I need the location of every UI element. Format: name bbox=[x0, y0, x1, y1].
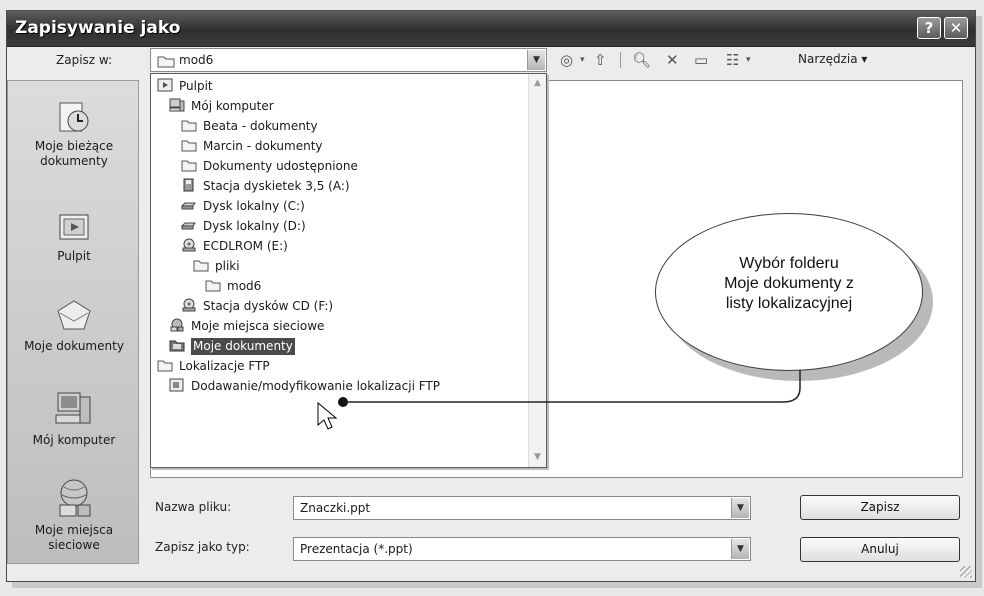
places-bar: Moje bieżące dokumenty Pulpit Moje dokum… bbox=[7, 80, 139, 564]
folder-icon bbox=[181, 158, 197, 172]
computer-icon bbox=[169, 98, 185, 112]
location-item-label: pliki bbox=[215, 259, 240, 273]
location-item-label: Stacja dysków CD (F:) bbox=[203, 299, 334, 313]
location-item[interactable]: Dysk lokalny (C:) bbox=[180, 196, 305, 216]
tools-menu[interactable]: Narzędzia ▾ bbox=[798, 52, 867, 66]
network-icon bbox=[169, 318, 185, 332]
folder-icon bbox=[193, 258, 209, 272]
scroll-down-icon[interactable]: ▼ bbox=[530, 450, 545, 465]
search-web-icon[interactable]: 🔍︎ bbox=[632, 49, 651, 71]
dropdown-scrollbar[interactable]: ▲ ▼ bbox=[528, 74, 546, 467]
save-in-combo[interactable]: mod6 ▼ bbox=[150, 48, 547, 72]
location-item[interactable]: Stacja dyskietek 3,5 (A:) bbox=[181, 176, 350, 196]
folder-icon bbox=[157, 358, 173, 372]
location-item-label: Lokalizacje FTP bbox=[179, 359, 270, 373]
delete-icon[interactable]: ✕ bbox=[666, 49, 679, 71]
location-item-label: mod6 bbox=[227, 279, 262, 293]
new-folder-icon[interactable]: ▭ bbox=[694, 49, 708, 71]
location-item-label: Dysk lokalny (C:) bbox=[203, 199, 305, 213]
help-button[interactable]: ? bbox=[917, 17, 941, 39]
scroll-up-icon[interactable]: ▲ bbox=[530, 76, 545, 91]
save-in-label: Zapisz w: bbox=[56, 53, 113, 67]
location-item[interactable]: Dokumenty udostępnione bbox=[181, 156, 358, 176]
drive-icon bbox=[180, 218, 197, 232]
views-icon[interactable]: ☷ bbox=[726, 49, 739, 71]
title-bar[interactable]: Zapisywanie jako ? ✕ bbox=[7, 11, 975, 47]
my-documents-icon bbox=[57, 300, 91, 330]
place-desktop[interactable]: Pulpit bbox=[8, 209, 140, 264]
back-dropdown-icon[interactable]: ▾ bbox=[580, 49, 585, 71]
location-item-label: Beata - dokumenty bbox=[203, 119, 318, 133]
chevron-down-icon[interactable]: ▼ bbox=[731, 498, 749, 518]
location-item-label: Marcin - dokumenty bbox=[203, 139, 323, 153]
location-item-label: Moje dokumenty bbox=[191, 338, 295, 355]
location-item[interactable]: Pulpit bbox=[157, 76, 213, 96]
location-item[interactable]: Beata - dokumenty bbox=[181, 116, 318, 136]
documents-folder-icon bbox=[169, 338, 185, 352]
save-button[interactable]: Zapisz bbox=[800, 495, 960, 520]
desktop-icon bbox=[59, 214, 89, 240]
folder-icon bbox=[205, 278, 221, 292]
chevron-down-icon[interactable]: ▼ bbox=[527, 50, 545, 70]
chevron-down-icon[interactable]: ▼ bbox=[731, 539, 749, 559]
location-item[interactable]: Stacja dysków CD (F:) bbox=[181, 296, 333, 316]
place-recent-documents[interactable]: Moje bieżące dokumenty bbox=[8, 99, 140, 169]
drive-icon bbox=[180, 198, 197, 212]
callout-line-3: listy lokalizacyjnej bbox=[725, 295, 853, 312]
back-icon[interactable]: ◎ bbox=[560, 49, 573, 71]
floppy-icon bbox=[181, 178, 197, 192]
file-type-select[interactable]: Prezentacja (*.ppt) ▼ bbox=[293, 537, 751, 561]
folder-icon bbox=[157, 56, 175, 68]
resize-grip[interactable] bbox=[960, 566, 972, 578]
window-title: Zapisywanie jako bbox=[15, 18, 181, 38]
ftp-icon bbox=[169, 378, 185, 392]
location-item[interactable]: Dodawanie/modyfikowanie lokalizacji FTP bbox=[169, 376, 440, 396]
views-dropdown-icon[interactable]: ▾ bbox=[746, 49, 751, 71]
location-item-label: Mój komputer bbox=[191, 99, 274, 113]
location-item-label: Stacja dyskietek 3,5 (A:) bbox=[203, 179, 350, 193]
location-item-label: Moje miejsca sieciowe bbox=[191, 319, 325, 333]
save-in-value: mod6 bbox=[179, 53, 214, 67]
location-item[interactable]: Lokalizacje FTP bbox=[157, 356, 270, 376]
location-item[interactable]: Moje miejsca sieciowe bbox=[169, 316, 324, 336]
cdrom-icon bbox=[181, 238, 197, 252]
up-folder-icon[interactable]: ⇧ bbox=[594, 49, 607, 71]
location-item[interactable]: Mój komputer bbox=[169, 96, 274, 116]
location-item[interactable]: Moje dokumenty bbox=[169, 336, 295, 356]
folder-icon bbox=[181, 118, 197, 132]
location-item-label: Dodawanie/modyfikowanie lokalizacji FTP bbox=[191, 379, 440, 393]
location-item[interactable]: Dysk lokalny (D:) bbox=[180, 216, 306, 236]
location-dropdown-list[interactable]: Pulpit Mój komputer Beata - dokumenty Marci… bbox=[150, 73, 547, 468]
location-item[interactable]: pliki bbox=[193, 256, 240, 276]
folder-icon bbox=[181, 138, 197, 152]
my-computer-icon bbox=[55, 392, 91, 424]
cancel-button[interactable]: Anuluj bbox=[800, 537, 960, 562]
callout-line-2: Moje dokumenty z bbox=[724, 275, 854, 292]
network-places-icon bbox=[59, 479, 91, 517]
location-item-label: Dysk lokalny (D:) bbox=[203, 219, 306, 233]
place-my-computer[interactable]: Mój komputer bbox=[8, 389, 140, 448]
cdrom-icon bbox=[181, 298, 197, 312]
callout-bubble: Wybór folderu Moje dokumenty z listy lok… bbox=[655, 213, 923, 371]
location-item[interactable]: ECDLROM (E:) bbox=[181, 236, 288, 256]
close-button[interactable]: ✕ bbox=[944, 17, 968, 39]
file-name-field[interactable]: Znaczki.ppt ▼ bbox=[293, 496, 751, 520]
location-item[interactable]: mod6 bbox=[205, 276, 261, 296]
file-name-label: Nazwa pliku: bbox=[155, 500, 232, 514]
file-type-label: Zapisz jako typ: bbox=[155, 540, 250, 554]
location-item-label: Dokumenty udostępnione bbox=[203, 159, 358, 173]
place-my-documents[interactable]: Moje dokumenty bbox=[8, 295, 140, 354]
location-item[interactable]: Marcin - dokumenty bbox=[181, 136, 323, 156]
place-network-places[interactable]: Moje miejsca sieciowe bbox=[8, 477, 140, 553]
toolbar-separator bbox=[620, 52, 621, 68]
desktop-icon bbox=[157, 78, 173, 92]
location-item-label: ECDLROM (E:) bbox=[203, 239, 288, 253]
recent-documents-icon bbox=[59, 102, 89, 132]
callout-line-1: Wybór folderu bbox=[739, 255, 839, 272]
location-item-label: Pulpit bbox=[179, 79, 213, 93]
